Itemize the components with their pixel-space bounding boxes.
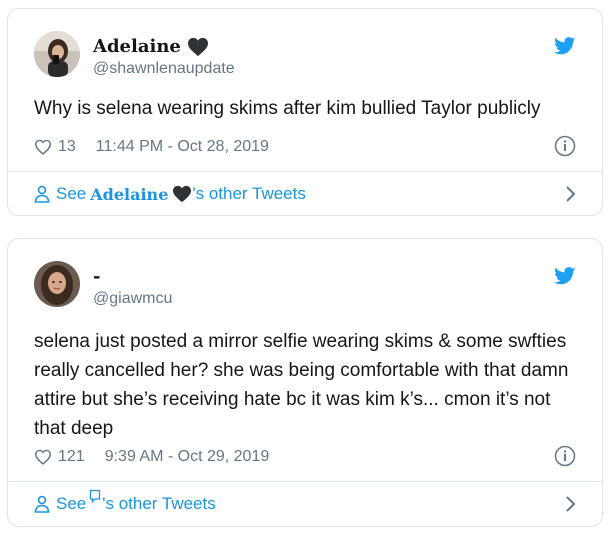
info-icon[interactable] (554, 445, 576, 467)
footer-suffix: 's other Tweets (192, 184, 306, 203)
tweet-card-2: - @giawmcu selena just posted a mirror s… (7, 238, 603, 527)
person-icon (34, 185, 50, 203)
avatar[interactable] (34, 31, 80, 77)
info-icon[interactable] (554, 135, 576, 157)
like-count[interactable]: 13 (58, 138, 76, 156)
like-heart-icon[interactable] (34, 449, 52, 465)
black-heart-icon (173, 185, 192, 203)
tweet-text: Why is selena wearing skims after kim bu… (34, 98, 541, 119)
chevron-right-icon[interactable] (564, 185, 576, 203)
display-name-text[interactable]: - (93, 266, 100, 287)
like-heart-icon[interactable] (34, 139, 52, 155)
missing-glyph-icon (90, 489, 101, 504)
divider (8, 171, 602, 172)
footer-name: Adelaine (90, 184, 169, 204)
timestamp[interactable]: 9:39 AM - Oct 29, 2019 (105, 448, 270, 466)
tweet-meta: 121 9:39 AM - Oct 29, 2019 (34, 445, 576, 469)
handle[interactable]: @shawnlenaupdate (93, 60, 235, 78)
tweet-card-1: Adelaine @shawnlenaupdate Why is selena … (7, 8, 603, 216)
footer-prefix: See (56, 184, 87, 203)
avatar[interactable] (34, 261, 80, 307)
person-icon (34, 495, 50, 513)
display-name-text[interactable]: Adelaine (93, 36, 181, 57)
footer-suffix: 's other Tweets (102, 494, 216, 513)
tweet-text: selena just posted a mirror selfie weari… (34, 331, 569, 439)
chevron-right-icon[interactable] (564, 495, 576, 513)
see-other-tweets-link[interactable]: See 's other Tweets (34, 489, 576, 517)
twitter-bird-icon[interactable] (554, 267, 576, 285)
display-name[interactable]: Adelaine (93, 36, 209, 57)
handle[interactable]: @giawmcu (93, 290, 172, 308)
like-count[interactable]: 121 (58, 448, 85, 466)
black-heart-icon (187, 37, 208, 56)
tweet-meta: 13 11:44 PM - Oct 28, 2019 (34, 135, 576, 159)
footer-prefix: See (56, 494, 87, 513)
see-other-tweets-link[interactable]: See Adelaine 's other Tweets (34, 181, 576, 207)
display-name[interactable]: - (93, 266, 100, 287)
divider (8, 481, 602, 482)
twitter-bird-icon[interactable] (554, 37, 576, 55)
timestamp[interactable]: 11:44 PM - Oct 28, 2019 (96, 138, 269, 156)
